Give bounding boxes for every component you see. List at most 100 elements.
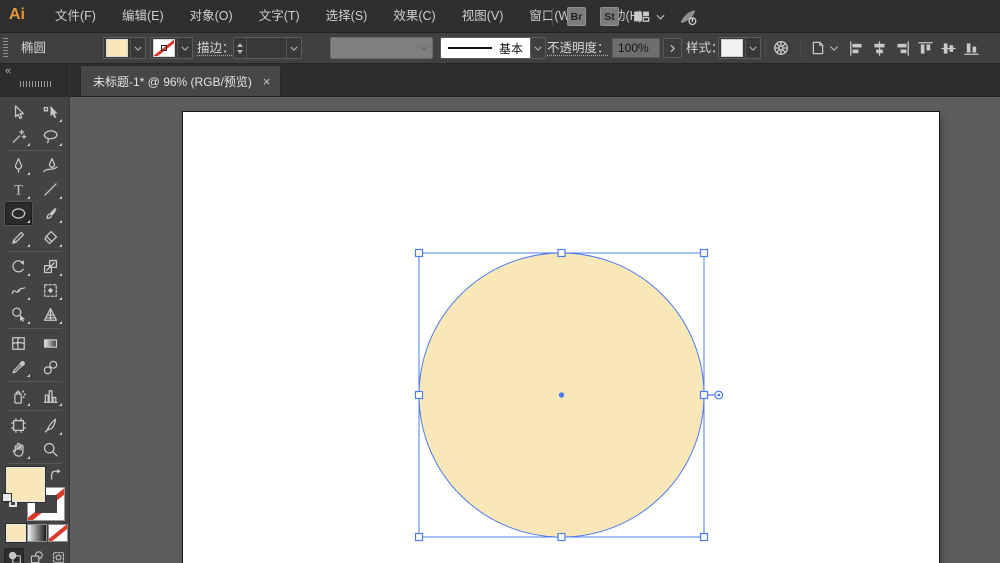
fill-swatch[interactable] <box>107 40 127 56</box>
style-chevron-icon[interactable] <box>745 38 760 58</box>
draw-inside-mode[interactable] <box>48 548 68 563</box>
tab-close-icon[interactable]: × <box>263 75 271 88</box>
fill-chevron-icon[interactable] <box>130 38 145 58</box>
menu-item-7[interactable]: 视图(V) <box>449 0 517 33</box>
slice-tool[interactable] <box>37 414 64 437</box>
style-swatch[interactable] <box>722 40 742 56</box>
default-fill-stroke-icon[interactable] <box>3 494 17 507</box>
document-tab-bar: 未标题-1* @ 96% (RGB/预览) × <box>70 64 1000 97</box>
free-transform-tool[interactable] <box>37 279 64 302</box>
bounding-box-handle[interactable] <box>416 250 423 257</box>
type-tool[interactable]: T <box>5 178 32 201</box>
stroke-none-swatch[interactable] <box>154 40 174 56</box>
shape-properties-dropdown[interactable] <box>810 40 838 56</box>
bounding-box-handle[interactable] <box>701 250 708 257</box>
workspace-switcher[interactable] <box>633 8 665 25</box>
bounding-box-handle[interactable] <box>558 250 565 257</box>
stroke-color-combo[interactable] <box>150 37 193 59</box>
menu-item-2[interactable]: 编辑(E) <box>109 0 177 33</box>
stroke-weight-field[interactable] <box>247 38 286 58</box>
magic-wand-tool[interactable] <box>5 125 32 148</box>
swap-fill-stroke-icon[interactable] <box>50 467 63 485</box>
hand-tool[interactable] <box>5 438 32 461</box>
panel-grip[interactable] <box>20 81 51 87</box>
menu-item-3[interactable]: 对象(O) <box>177 0 246 33</box>
bounding-box-handle[interactable] <box>558 534 565 541</box>
perspective-grid-tool[interactable] <box>37 303 64 326</box>
pen-tool[interactable] <box>5 154 32 177</box>
stock-button[interactable]: St <box>600 7 619 26</box>
width-tool[interactable] <box>5 279 32 302</box>
zoom-tool[interactable] <box>37 438 64 461</box>
tool-group-divider <box>7 328 62 329</box>
mesh-tool[interactable] <box>5 332 32 355</box>
stroke-weight-chevron-icon[interactable] <box>286 38 301 58</box>
line-segment-tool[interactable] <box>37 178 64 201</box>
shape-builder-tool[interactable] <box>5 303 32 326</box>
recolor-artwork-icon[interactable] <box>772 39 790 62</box>
eraser-tool[interactable] <box>37 226 64 249</box>
menu-item-5[interactable]: 选择(S) <box>313 0 381 33</box>
opacity-field[interactable]: 100% <box>612 38 660 58</box>
paint-none-button[interactable] <box>49 525 67 541</box>
stroke-preview-line <box>448 47 492 50</box>
tool-group-divider <box>7 463 62 464</box>
selection-tool[interactable] <box>5 101 32 124</box>
opacity-label[interactable]: 不透明度： <box>547 33 610 64</box>
stroke-style-combo[interactable]: 基本 <box>440 37 546 59</box>
bounding-box-handle[interactable] <box>701 392 708 399</box>
menu-item-1[interactable]: 文件(F) <box>42 0 109 33</box>
scale-tool[interactable] <box>37 255 64 278</box>
ellipse-tool[interactable] <box>5 202 32 225</box>
symbol-sprayer-tool[interactable] <box>5 385 32 408</box>
direct-selection-tool[interactable] <box>37 101 64 124</box>
draw-normal-mode[interactable] <box>4 548 24 563</box>
stroke-chevron-icon[interactable] <box>177 38 192 58</box>
paint-color-button[interactable] <box>7 525 25 541</box>
bounding-box-handle[interactable] <box>416 392 423 399</box>
paint-gradient-button[interactable] <box>28 525 46 541</box>
draw-behind-mode[interactable] <box>26 548 46 563</box>
workspace-icon <box>633 8 650 25</box>
document-area: 未标题-1* @ 96% (RGB/预览) × <box>70 64 1000 563</box>
tool-row <box>0 437 69 461</box>
align-left-button[interactable] <box>848 40 865 57</box>
align-vertical-center-button[interactable] <box>940 40 957 57</box>
gpu-performance-icon[interactable] <box>679 8 697 26</box>
bridge-button[interactable]: Br <box>567 7 586 26</box>
curvature-tool[interactable] <box>37 154 64 177</box>
stroke-weight-label[interactable]: 描边： <box>197 33 235 64</box>
align-tools <box>848 40 980 57</box>
flyout-indicator <box>27 172 30 175</box>
stroke-weight-stepper[interactable] <box>234 38 247 58</box>
opacity-more-button[interactable] <box>663 38 682 58</box>
lasso-tool[interactable] <box>37 125 64 148</box>
align-horizontal-center-button[interactable] <box>871 40 888 57</box>
eyedropper-tool[interactable] <box>5 356 32 379</box>
align-bottom-button[interactable] <box>963 40 980 57</box>
align-top-button[interactable] <box>917 40 934 57</box>
shaper-tool[interactable] <box>5 226 32 249</box>
align-right-button[interactable] <box>894 40 911 57</box>
gradient-tool[interactable] <box>37 332 64 355</box>
menu-item-4[interactable]: 文字(T) <box>246 0 313 33</box>
column-graph-tool[interactable] <box>37 385 64 408</box>
canvas[interactable] <box>70 97 1000 563</box>
stroke-style-chevron-icon[interactable] <box>530 38 545 58</box>
shape-center-point[interactable] <box>559 392 564 397</box>
collapse-panel-button[interactable]: « <box>5 64 11 78</box>
artboard-tool[interactable] <box>5 414 32 437</box>
control-bar-grip[interactable] <box>3 38 8 59</box>
bounding-box-handle[interactable] <box>701 534 708 541</box>
bounding-box-handle[interactable] <box>416 534 423 541</box>
blend-tool[interactable] <box>37 356 64 379</box>
tool-row <box>0 124 69 148</box>
document-tab[interactable]: 未标题-1* @ 96% (RGB/预览) × <box>80 65 281 96</box>
paintbrush-tool[interactable] <box>37 202 64 225</box>
stroke-weight-combo[interactable] <box>233 37 302 59</box>
rotate-tool[interactable] <box>5 255 32 278</box>
app-logo: Ai <box>9 6 25 24</box>
menu-item-6[interactable]: 效果(C) <box>380 0 448 33</box>
style-combo[interactable] <box>718 37 761 59</box>
fill-color-combo[interactable] <box>103 37 146 59</box>
